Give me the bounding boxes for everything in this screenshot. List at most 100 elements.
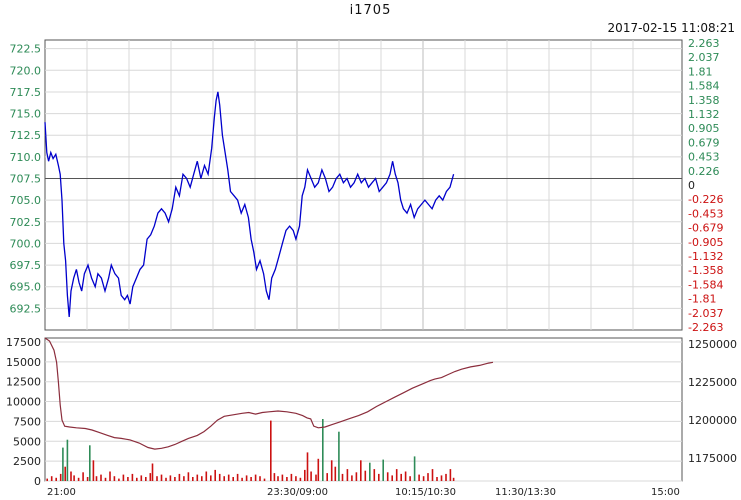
volume-bar [95, 476, 98, 481]
volume-bar [400, 473, 402, 481]
volume-bar [306, 452, 309, 481]
volume-bar [334, 466, 337, 481]
volume-right-tick-label: 1175000 [688, 452, 737, 465]
volume-bar [210, 475, 212, 481]
price-y-tick-label: 702.5 [10, 216, 42, 229]
volume-y-tick-label: 0 [34, 475, 41, 488]
volume-y-tick-label: 5000 [13, 435, 41, 448]
volume-bar [310, 471, 312, 481]
volume-bar [326, 473, 328, 481]
volume-bar [92, 460, 95, 481]
volume-bar [236, 473, 239, 481]
volume-bar [281, 474, 284, 481]
volume-bar [378, 473, 380, 481]
volume-bar [452, 477, 455, 481]
price-y-tick-label: 722.5 [10, 43, 42, 56]
volume-right-tick-label: 1250000 [688, 338, 737, 351]
volume-bar [214, 469, 216, 481]
volume-bar [422, 476, 425, 481]
volume-bar [169, 475, 172, 481]
volume-bar [232, 477, 234, 481]
volume-bar [431, 469, 434, 481]
volume-bar [70, 471, 72, 481]
volume-bar [395, 469, 398, 481]
price-y-tick-label: 720.0 [10, 64, 42, 77]
price-right-tick-label: 1.358 [688, 94, 720, 107]
volume-bar [55, 477, 57, 481]
volume-bar [440, 475, 443, 481]
price-y-tick-label: 695.0 [10, 281, 42, 294]
volume-panel-frame [44, 337, 683, 482]
volume-bar [192, 477, 194, 481]
volume-bar [295, 476, 297, 481]
volume-bar [104, 477, 107, 481]
volume-bar [46, 478, 48, 481]
volume-bar [64, 466, 66, 481]
chart-window: i1705 2017-02-15 11:08:21 722.5 720.0 717.… [0, 0, 741, 500]
volume-bar [160, 474, 163, 481]
volume-bar [341, 473, 344, 481]
price-right-tick-label: 2.037 [688, 51, 720, 64]
price-right-tick-label: -1.584 [688, 278, 723, 291]
volume-bar [299, 477, 302, 481]
volume-bar [259, 476, 261, 481]
price-right-tick-label: 1.81 [688, 65, 713, 78]
volume-bar [304, 469, 306, 481]
volume-bar [86, 477, 89, 481]
volume-bar [183, 476, 185, 481]
volume-bar [149, 473, 152, 481]
price-y-tick-label: 700.0 [10, 237, 42, 250]
volume-bar [286, 477, 288, 481]
x-tick-label: 11:30/13:30 [495, 487, 556, 498]
volume-bar [330, 460, 333, 481]
price-right-tick-label: -0.679 [688, 222, 723, 235]
volume-bar [250, 477, 252, 481]
volume-bar [391, 475, 393, 481]
volume-bar [277, 476, 279, 481]
volume-bar [178, 473, 181, 481]
volume-bar [322, 419, 324, 481]
volume-bar [50, 476, 53, 481]
volume-bar [218, 473, 221, 481]
volume-bar [77, 477, 80, 481]
price-right-tick-label: -1.81 [688, 293, 716, 306]
volume-bar [73, 475, 75, 481]
price-right-tick-label: -0.226 [688, 193, 723, 206]
volume-bar [445, 473, 447, 481]
volume-bar [270, 420, 272, 481]
price-right-tick-label: -1.132 [688, 250, 723, 263]
price-right-tick-label: 0 [688, 179, 695, 192]
volume-bar [449, 469, 452, 481]
volume-bar [156, 476, 158, 481]
volume-bar [254, 474, 257, 481]
price-right-tick-label: 1.132 [688, 108, 720, 121]
price-right-tick-label: 2.263 [688, 37, 720, 50]
volume-bar [418, 474, 420, 481]
volume-bar [205, 471, 208, 481]
volume-bar [436, 477, 438, 481]
price-right-tick-label: 0.226 [688, 165, 720, 178]
volume-bar [62, 447, 64, 481]
volume-bar [241, 477, 243, 481]
volume-bar [364, 470, 367, 481]
volume-bar [409, 476, 411, 481]
volume-bar [346, 469, 349, 481]
volume-bar [82, 472, 84, 481]
volume-bar [59, 473, 62, 481]
volume-bar [127, 477, 129, 481]
volume-bar [369, 462, 371, 481]
price-right-tick-label: 0.905 [688, 122, 720, 135]
x-tick-label: 23:30/09:00 [267, 487, 328, 498]
volume-bar [404, 471, 407, 481]
volume-y-tick-label: 2500 [13, 455, 41, 468]
price-y-tick-label: 707.5 [10, 173, 42, 186]
volume-right-tick-label: 1225000 [688, 376, 737, 389]
volume-bar [122, 474, 125, 481]
volume-bar [223, 476, 225, 481]
volume-bar [118, 478, 120, 481]
volume-bar [89, 445, 91, 482]
price-right-tick-label: 1.584 [688, 80, 720, 93]
volume-bar [100, 474, 102, 481]
volume-bar [131, 473, 134, 481]
volume-bar [201, 476, 203, 481]
